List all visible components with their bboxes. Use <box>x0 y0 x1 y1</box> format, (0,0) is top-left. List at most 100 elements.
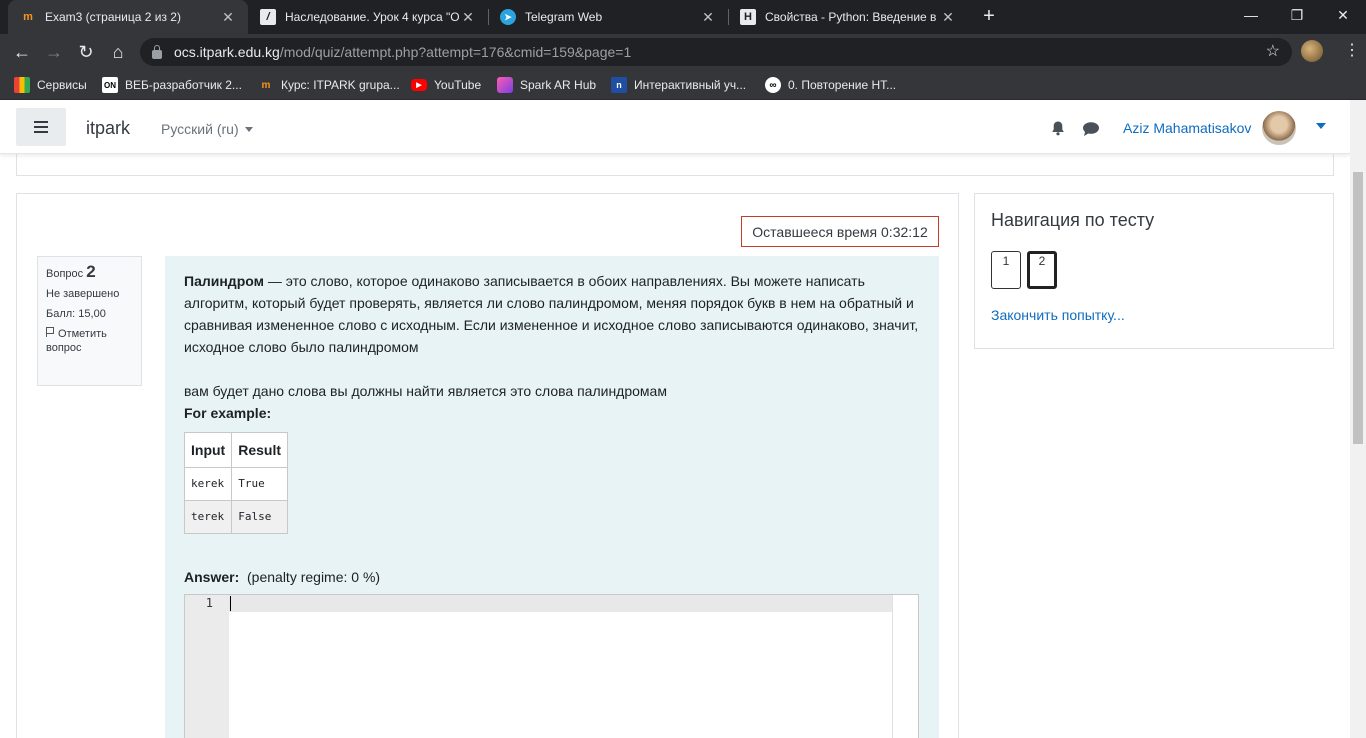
page-scrollbar[interactable] <box>1350 100 1366 738</box>
close-window-button[interactable]: ✕ <box>1320 0 1366 30</box>
question-text: Палиндром — это слово, которое одинаково… <box>165 256 939 738</box>
bookmark-label: Сервисы <box>37 78 87 92</box>
bookmark-itpark-course[interactable]: m Курс: ITPARK grupa... <box>258 76 400 94</box>
table-cell: terek <box>183 500 233 534</box>
question-number: Вопрос 2 <box>46 262 133 281</box>
maximize-button[interactable]: ❐ <box>1274 0 1320 30</box>
bookmark-label: YouTube <box>434 78 482 92</box>
hamburger-icon-bar <box>34 126 48 128</box>
link-icon: ∞ <box>765 77 781 93</box>
menu-toggle-button[interactable] <box>16 108 66 146</box>
forward-button[interactable]: → <box>40 38 68 66</box>
tab-telegram[interactable]: ➤ Telegram Web ✕ <box>488 0 728 34</box>
flag-question-link[interactable]: Отметить вопрос <box>46 327 133 355</box>
close-icon[interactable]: ✕ <box>940 9 956 26</box>
hexlet-favicon-icon: H <box>740 9 756 25</box>
chat-icon[interactable] <box>1082 121 1100 137</box>
text-cursor <box>230 596 231 611</box>
bookmark-youtube[interactable]: ▶ YouTube <box>411 76 481 94</box>
bookmark-web-developer[interactable]: ON ВЕБ-разработчик 2... <box>102 76 242 94</box>
language-label: Русский (ru) <box>161 121 239 137</box>
print-margin <box>892 595 893 738</box>
home-button[interactable]: ⌂ <box>104 38 132 66</box>
flag-label: Отметить вопрос <box>46 328 107 354</box>
bookmark-interactive[interactable]: n Интерактивный уч... <box>611 76 746 94</box>
caret-down-icon <box>244 127 253 132</box>
finish-attempt-link[interactable]: Закончить попытку... <box>991 307 1125 323</box>
tab-title: Telegram Web <box>525 10 603 24</box>
tab-title: Наследование. Урок 4 курса "О <box>285 10 460 24</box>
tab-title: Exam3 (страница 2 из 2) <box>45 10 181 24</box>
quiz-nav-button-2[interactable]: 2 <box>1027 251 1057 289</box>
question-term: Палиндром <box>184 273 264 289</box>
active-line <box>229 595 892 612</box>
question-task: вам будет дано слова вы должны найти явл… <box>184 383 667 399</box>
apps-grid-icon <box>14 77 30 93</box>
header-box <box>16 154 1334 176</box>
quiz-navigation-title: Навигация по тесту <box>991 210 1155 230</box>
language-selector[interactable]: Русский (ru) <box>161 121 253 137</box>
user-name[interactable]: Aziz Mahamatisakov <box>1123 120 1251 136</box>
caret-down-icon[interactable] <box>1316 123 1326 129</box>
reload-icon: ↻ <box>78 42 94 62</box>
answer-label-row: Answer: (penalty regime: 0 %) <box>184 566 380 588</box>
quiz-timer: Оставшееся время 0:32:12 <box>741 216 939 247</box>
table-row: terek False <box>183 500 289 534</box>
tab-title: Свойства - Python: Введение в О <box>765 10 940 24</box>
profile-avatar[interactable] <box>1301 40 1323 62</box>
answer-label: Answer: <box>184 569 240 585</box>
close-icon[interactable]: ✕ <box>220 9 236 26</box>
example-table: Input Result kerek True terek False <box>183 432 289 534</box>
reload-button[interactable]: ↻ <box>72 38 100 66</box>
bookmark-label: Spark AR Hub <box>520 78 597 92</box>
table-row: kerek True <box>183 467 289 501</box>
table-cell: kerek <box>183 467 233 501</box>
url-text: ocs.itpark.edu.kg/mod/quiz/attempt.php?a… <box>174 44 631 60</box>
page-content: itpark Русский (ru) Aziz Mahamatisakov О… <box>0 100 1350 738</box>
address-bar[interactable]: ocs.itpark.edu.kg/mod/quiz/attempt.php?a… <box>140 38 1292 66</box>
spark-ar-icon <box>497 77 513 93</box>
url-path: /mod/quiz/attempt.php?attempt=176&cmid=1… <box>279 44 632 60</box>
line-number: 1 <box>205 596 213 610</box>
close-icon[interactable]: ✕ <box>700 9 716 26</box>
close-icon[interactable]: ✕ <box>460 9 476 26</box>
table-header: Input <box>183 432 233 468</box>
quiz-nav-button-1[interactable]: 1 <box>991 251 1021 289</box>
bookmark-label: Курс: ITPARK grupa... <box>281 78 400 92</box>
tab-properties[interactable]: H Свойства - Python: Введение в О ✕ <box>728 0 968 34</box>
bookmark-services[interactable]: Сервисы <box>14 76 87 94</box>
minimize-button[interactable]: — <box>1228 0 1274 30</box>
telegram-icon: ➤ <box>500 9 516 25</box>
code-editor[interactable]: 1 <box>184 594 919 738</box>
url-host: ocs.itpark.edu.kg <box>174 44 280 60</box>
question-definition: Палиндром — это слово, которое одинаково… <box>184 270 920 358</box>
table-header: Result <box>231 432 289 468</box>
tab-exam3[interactable]: m Exam3 (страница 2 из 2) ✕ <box>8 0 248 34</box>
hamburger-icon <box>34 121 48 123</box>
bookmark-label: 0. Повторение НТ... <box>788 78 897 92</box>
site-navbar: itpark Русский (ru) Aziz Mahamatisakov <box>0 100 1350 154</box>
lock-icon <box>152 44 162 59</box>
tab-inheritance[interactable]: / Наследование. Урок 4 курса "О ✕ <box>248 0 488 34</box>
editor-gutter <box>185 595 229 738</box>
user-avatar[interactable] <box>1262 111 1296 145</box>
interactive-logo-icon: n <box>611 77 627 93</box>
bell-icon[interactable] <box>1050 120 1066 136</box>
home-icon: ⌂ <box>112 42 124 62</box>
arrow-right-icon: → <box>45 42 63 62</box>
flag-icon <box>46 327 54 337</box>
document-favicon-icon: / <box>260 9 276 25</box>
star-icon[interactable]: ☆ <box>1266 41 1280 61</box>
back-button[interactable]: ← <box>8 38 36 66</box>
browser-menu-icon[interactable]: ⋮ <box>1344 38 1360 64</box>
bookmark-html-review[interactable]: ∞ 0. Повторение НТ... <box>765 76 896 94</box>
question-number-value: 2 <box>86 262 96 281</box>
browser-toolbar: ← → ↻ ⌂ ocs.itpark.edu.kg/mod/quiz/attem… <box>0 34 1366 70</box>
question-info: Вопрос 2 Не завершено Балл: 15,00 Отмети… <box>37 256 142 386</box>
arrow-left-icon: ← <box>13 42 31 62</box>
scrollbar-thumb[interactable] <box>1353 172 1363 444</box>
question-label: Вопрос <box>46 268 84 280</box>
site-brand[interactable]: itpark <box>86 118 130 139</box>
bookmark-spark-ar[interactable]: Spark AR Hub <box>497 76 596 94</box>
new-tab-button[interactable]: + <box>977 5 1001 29</box>
